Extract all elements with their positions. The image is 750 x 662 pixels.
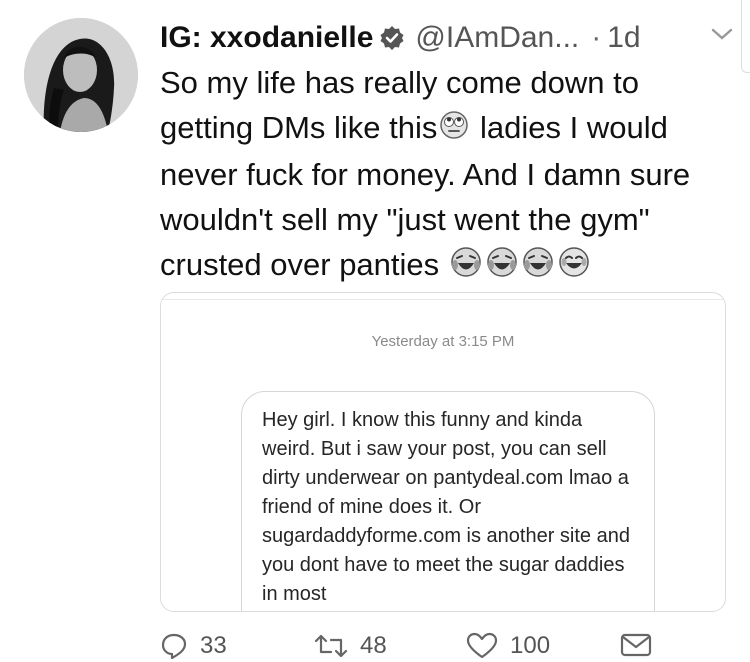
reply-button[interactable]: 33 [160,632,227,660]
tweet-header: IG: xxodanielle @IAmDan... · 1d [160,18,733,58]
retweet-icon [314,634,348,658]
display-name[interactable]: IG: xxodanielle [160,21,373,55]
dm-message-bubble: Hey girl. I know this funny and kinda we… [241,391,655,611]
heart-icon [466,632,498,659]
like-count: 100 [510,632,551,659]
direct-message-button[interactable] [620,632,652,658]
laughing-tears-emoji-icon [558,245,590,290]
retweet-count: 48 [360,632,387,659]
chevron-down-icon[interactable] [710,26,734,47]
tweet-timestamp[interactable]: 1d [607,21,640,55]
tweet-actions: 33 48 100 [160,632,700,662]
separator-dot: · [591,21,602,54]
embedded-image-card[interactable]: Yesterday at 3:15 PM Hey girl. I know th… [160,292,726,612]
crying-laughing-emoji-icon [450,245,482,290]
dm-header-edge [161,293,725,300]
username-handle[interactable]: @IAmDan... [415,21,579,55]
crying-laughing-emoji-icon [522,245,554,290]
dm-timestamp: Yesterday at 3:15 PM [371,333,515,350]
tweet-text: So my life has really come down to getti… [160,60,738,290]
like-button[interactable]: 100 [466,632,550,660]
envelope-icon [620,633,652,657]
retweet-button[interactable]: 48 [314,632,387,660]
avatar[interactable] [24,18,138,132]
reply-count: 33 [200,632,227,659]
reply-icon [161,633,187,660]
rolling-eyes-emoji-icon [439,107,469,152]
crying-laughing-emoji-icon [486,245,518,290]
scrollbar[interactable] [741,0,750,73]
verified-badge-icon [379,25,405,51]
profile-photo [24,18,138,132]
